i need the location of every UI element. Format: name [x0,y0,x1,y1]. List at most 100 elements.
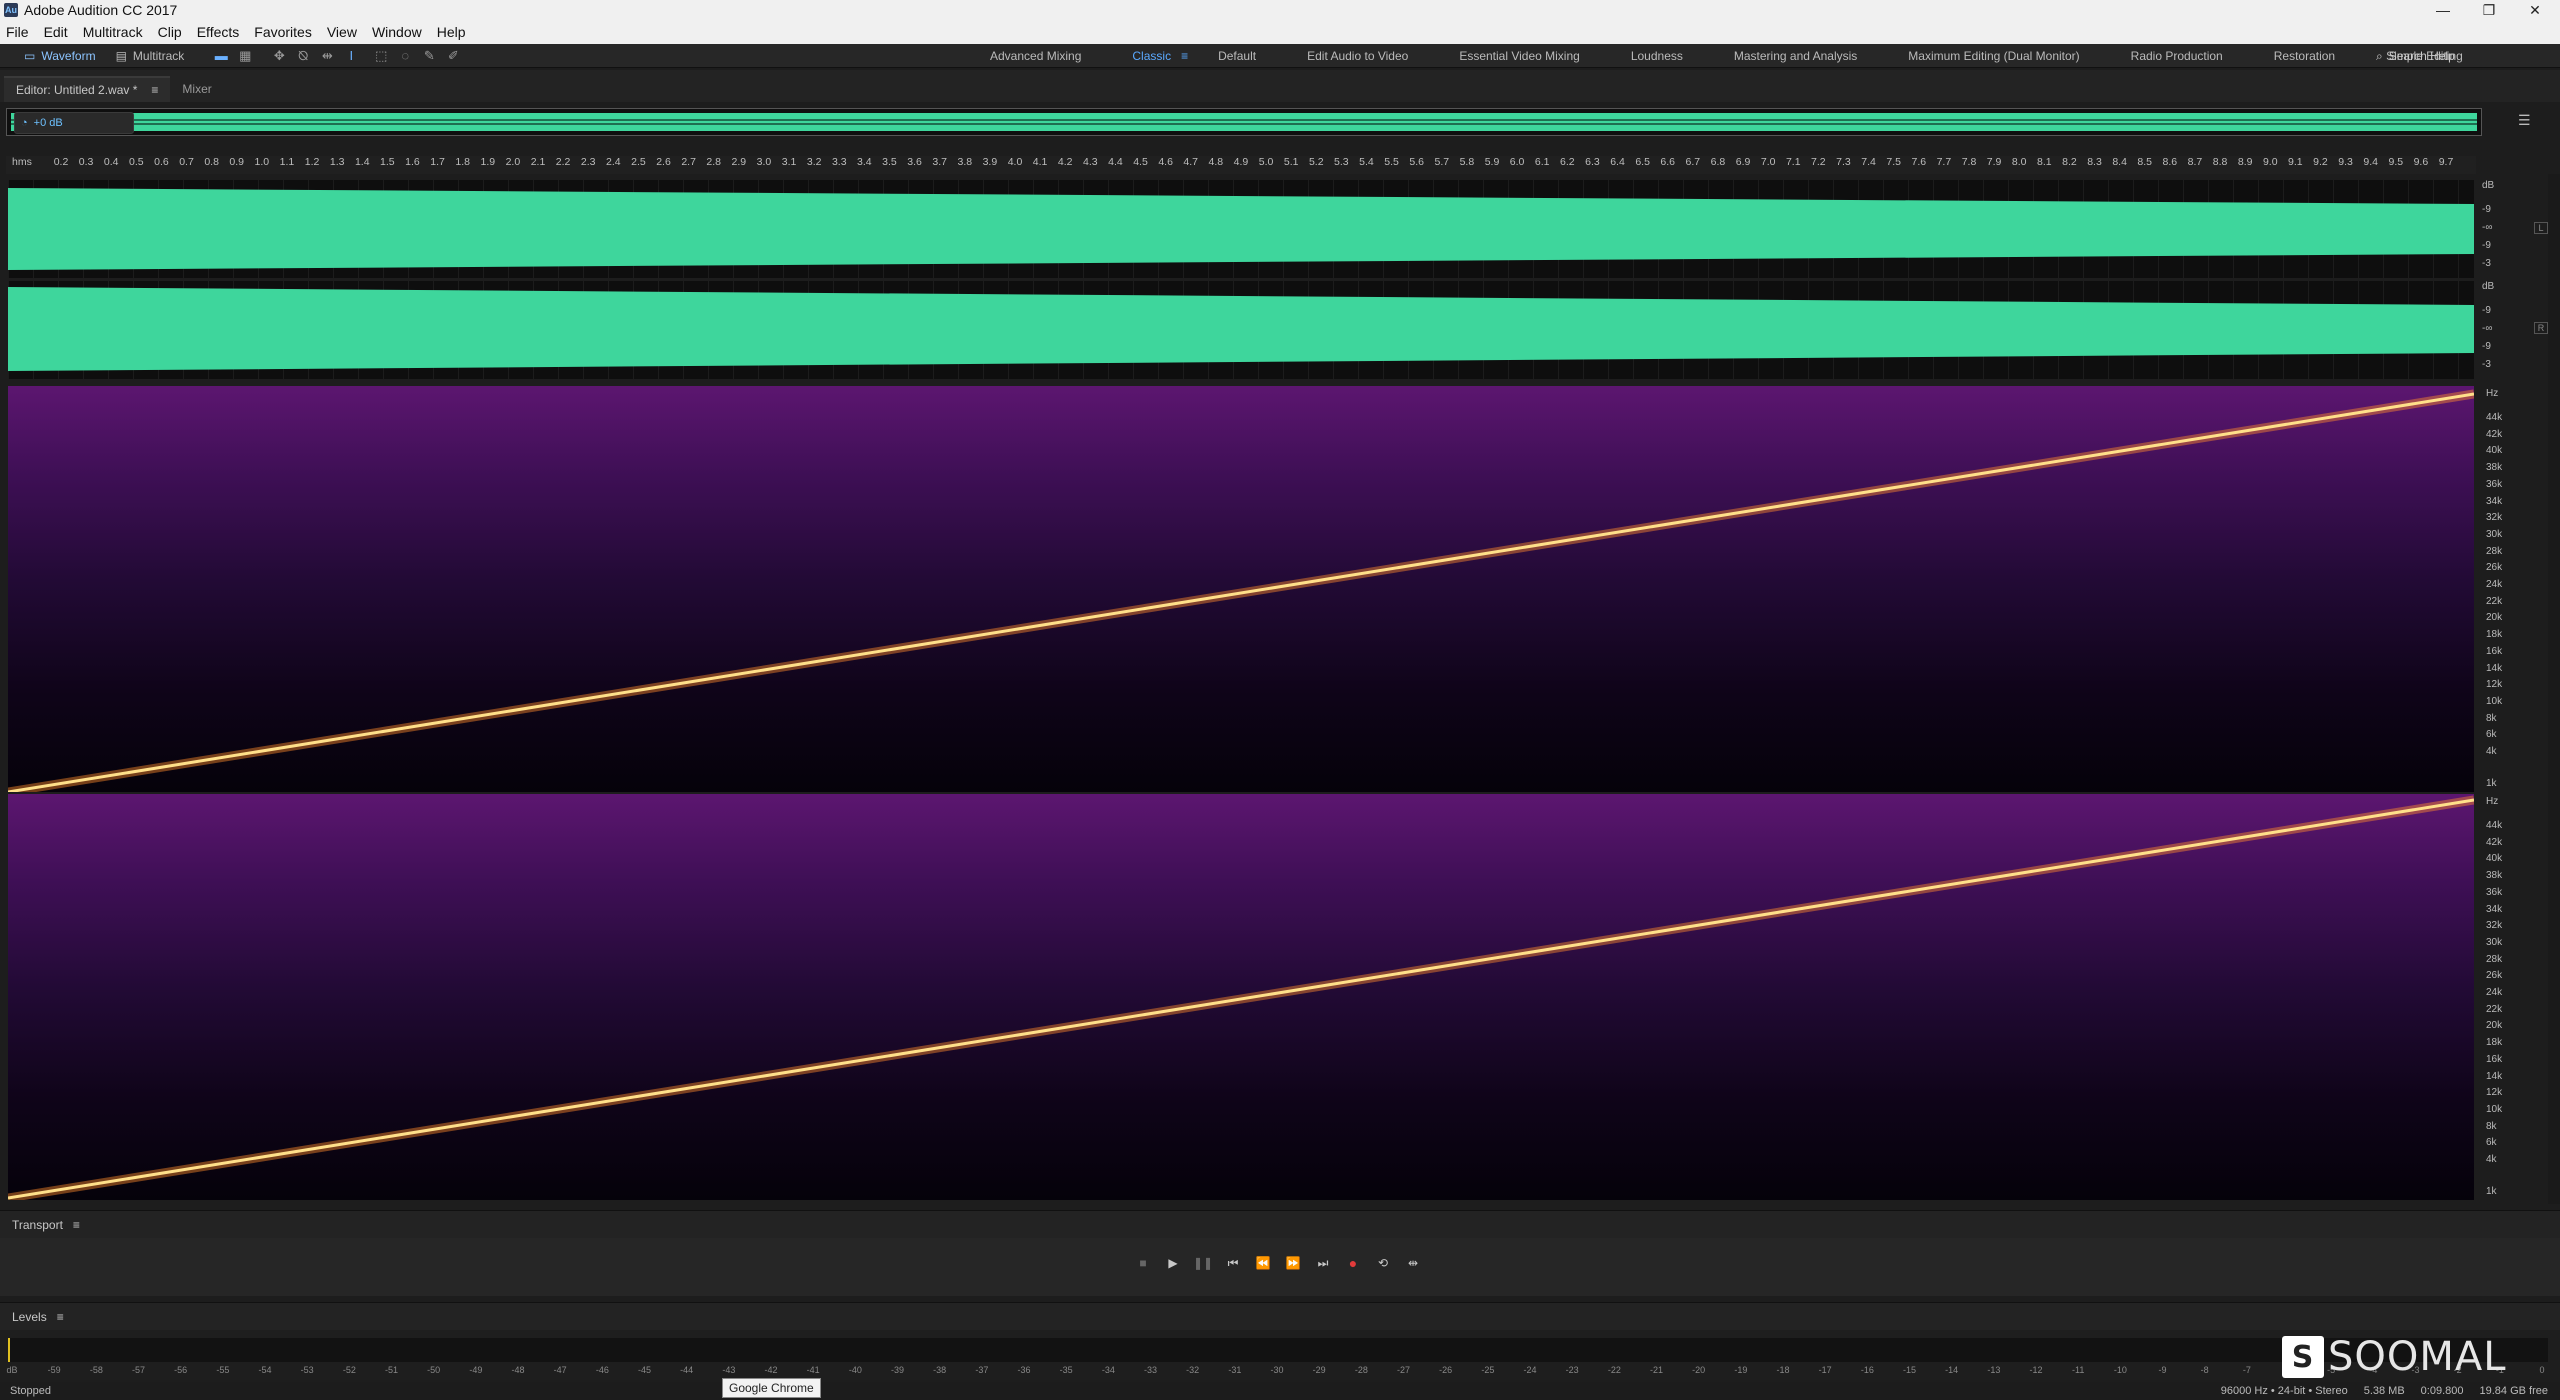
level-scale-label: -16 [1860,1365,1874,1375]
ruler-tick: 8.1 [2037,156,2052,168]
ruler-tick: 2.9 [731,156,747,168]
ruler-tick: 9.5 [2388,156,2404,168]
spectral-display-right[interactable] [8,794,2474,1200]
duration: 0:09.800 [2420,1385,2464,1397]
workspace-mastering-and-analysis[interactable]: Mastering and Analysis [1734,49,1857,63]
waveform-channel-left[interactable] [8,180,2474,278]
spot-healing-brush-icon[interactable]: ✐ [444,47,462,65]
ruler-tick: 5.8 [1459,156,1475,168]
minimize-button[interactable]: — [2420,0,2466,20]
ruler-tick: 2.5 [631,156,646,168]
ruler-tick: 8.7 [2187,156,2203,168]
level-scale-label: -35 [1059,1365,1073,1375]
show-pitch-display-icon[interactable]: ▦ [236,47,254,65]
hz-label: 20k [2486,1020,2503,1032]
close-button[interactable]: ✕ [2512,0,2558,20]
marquee-selection-tool-icon[interactable]: ⬚ [372,47,390,65]
workspace-advanced-mixing[interactable]: Advanced Mixing [990,49,1081,63]
workspace-edit-audio-to-video[interactable]: Edit Audio to Video [1307,49,1408,63]
level-scale-label: dB [6,1365,18,1375]
menu-edit[interactable]: Edit [44,24,68,40]
workspace-default[interactable]: Default [1218,49,1256,63]
db-label: -3 [2482,258,2491,269]
zoom-panel-icon[interactable]: ☰ [2518,112,2542,130]
level-scale-label: -29 [1312,1365,1326,1375]
pause-button[interactable]: ❚❚ [1193,1254,1213,1272]
slip-tool-icon[interactable]: ⇹ [318,47,336,65]
ruler-tick: 7.1 [1785,156,1801,168]
channel-right-toggle[interactable]: R [2534,322,2548,334]
ruler-tick: 7.4 [1861,156,1876,168]
lasso-selection-tool-icon[interactable]: ◌ [396,47,414,65]
menu-multitrack[interactable]: Multitrack [83,24,143,40]
rewind-button[interactable]: ⏪ [1254,1254,1272,1272]
show-frequency-display-icon[interactable]: ▬ [212,47,230,65]
level-scale-label: -44 [680,1365,694,1375]
waveform-channel-right[interactable] [8,281,2474,379]
skip-selection-button[interactable]: ⇹ [1404,1254,1422,1272]
level-scale-label: -42 [764,1365,778,1375]
menu-window[interactable]: Window [372,24,422,40]
hz-label: 32k [2486,512,2503,524]
tab-mixer[interactable]: Mixer [170,76,223,102]
menu-favorites[interactable]: Favorites [254,24,312,40]
move-to-previous-button[interactable]: ⏮ [1224,1254,1242,1272]
brush-selection-tool-icon[interactable]: ✎ [420,47,438,65]
volume-knob-icon: ◔ [21,117,28,129]
search-help-field[interactable]: ⌕ Search Help [2370,46,2560,66]
panel-menu-icon[interactable]: ≡ [57,1310,64,1324]
ruler-tick: 8.2 [2062,156,2077,168]
ruler-tick: 5.3 [1334,156,1349,168]
hz-label: 42k [2486,836,2503,848]
tab-editor[interactable]: Editor: Untitled 2.wav * ≡ [4,76,171,102]
level-scale-label: -41 [806,1365,820,1375]
workspace-radio-production[interactable]: Radio Production [2131,49,2223,63]
level-scale-label: -58 [89,1365,103,1375]
level-scale-label: -59 [47,1365,61,1375]
time-ruler[interactable]: hms 0.2 0.3 0.4 0.5 0.6 0.7 0.8 0.9 1.0 1.1 1.2 1.3… [6,156,2476,174]
workspace-loudness[interactable]: Loudness [1631,49,1683,63]
move-to-next-button[interactable]: ⏭ [1314,1254,1332,1272]
ruler-tick: 8.9 [2237,156,2253,168]
menu-clip[interactable]: Clip [158,24,182,40]
panel-menu-icon[interactable]: ≡ [73,1218,80,1232]
multitrack-mode-button[interactable]: ▤ Multitrack [106,46,195,66]
menu-view[interactable]: View [327,24,357,40]
menu-help[interactable]: Help [437,24,466,40]
volume-hud[interactable]: ◔ +0 dB [14,112,134,134]
restore-button[interactable]: ❐ [2466,0,2512,20]
ruler-tick: 4.2 [1057,156,1073,168]
ruler-tick: 0.5 [129,156,144,168]
ruler-tick: 7.8 [1961,156,1977,168]
record-button[interactable]: ● [1344,1254,1362,1272]
level-scale-label: -36 [1017,1365,1031,1375]
stop-button[interactable]: ■ [1134,1254,1152,1272]
ruler-unit: hms [12,156,32,168]
ruler-tick: 3.4 [857,156,872,168]
menu-effects[interactable]: Effects [197,24,240,40]
panel-menu-icon[interactable]: ≡ [151,83,158,97]
level-scale-label: -10 [2113,1365,2127,1375]
workspace-classic[interactable]: Classic [1132,49,1171,63]
right-channel-waveform [8,287,2474,371]
level-scale-label: -57 [131,1365,146,1375]
spectral-display-left[interactable] [8,386,2474,792]
workspace-menu-icon[interactable]: ≡ [1181,49,1188,63]
vertical-scrollbar[interactable] [2548,174,2560,1204]
waveform-mode-button[interactable]: ▭ Waveform [14,46,106,66]
workspace-essential-video-mixing[interactable]: Essential Video Mixing [1459,49,1580,63]
menu-file[interactable]: File [6,24,29,40]
level-scale-label: -7 [2242,1365,2251,1375]
play-button[interactable]: ▶ [1164,1254,1182,1272]
time-selection-tool-icon[interactable]: I [342,47,360,65]
level-scale-label: -17 [1818,1365,1832,1375]
waveform-overview[interactable] [6,108,2482,136]
workspace-maximum-editing[interactable]: Maximum Editing (Dual Monitor) [1908,49,2079,63]
fast-forward-button[interactable]: ⏩ [1284,1254,1302,1272]
move-tool-icon[interactable]: ✥ [270,47,288,65]
channel-left-toggle[interactable]: L [2534,222,2548,234]
loop-playback-button[interactable]: ⟲ [1374,1254,1392,1272]
razor-tool-icon[interactable]: ⦰ [294,47,312,65]
ruler-tick: 7.0 [1760,156,1776,168]
workspace-restoration[interactable]: Restoration [2274,49,2335,63]
